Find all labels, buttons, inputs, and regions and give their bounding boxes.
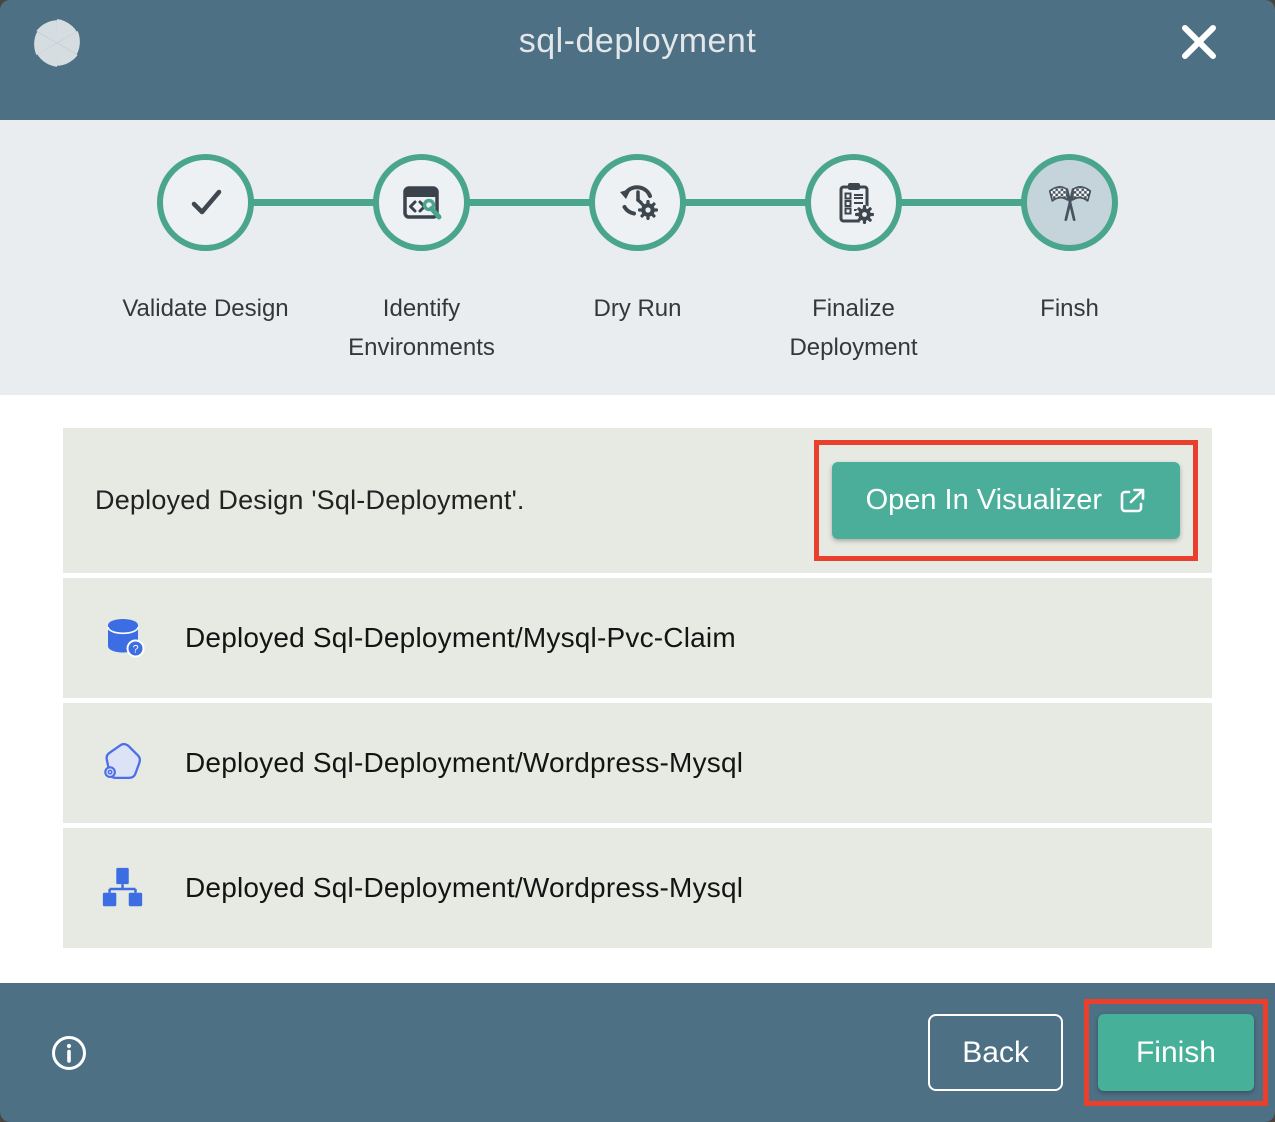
modal-footer: Back Finish [0,983,1275,1122]
step-dry-run-bubble[interactable] [589,154,686,251]
service-pentagon-icon [99,739,147,787]
step-label: Identify Environments [337,290,507,368]
step-label: Dry Run [553,290,723,329]
deployment-wizard-modal: sql-deployment Validate Design [0,0,1275,1122]
finish-button[interactable]: Finish [1098,1014,1254,1091]
dry-run-history-gear-icon [614,179,662,227]
open-in-visualizer-label: Open In Visualizer [866,484,1102,517]
step-label: Finalize Deployment [769,290,939,368]
step-finalize-deployment: Finalize Deployment [746,154,962,368]
result-row-topology: Deployed Sql-Deployment/Wordpress-Mysql [63,828,1212,948]
info-icon[interactable] [50,1034,88,1072]
open-in-visualizer-button[interactable]: Open In Visualizer [832,462,1180,539]
database-icon: ? [99,614,147,662]
code-tools-icon [398,179,446,227]
check-icon [182,179,230,227]
modal-header: sql-deployment [0,0,1275,120]
finish-highlight-box: Finish [1084,999,1268,1106]
clipboard-gear-icon [830,179,878,227]
result-row-wordpress: Deployed Sql-Deployment/Wordpress-Mysql [63,703,1212,823]
result-row-pvc: ? Deployed Sql-Deployment/Mysql-Pvc-Clai… [63,578,1212,698]
step-dry-run: Dry Run [530,154,746,368]
design-result-message: Deployed Design 'Sql-Deployment'. [95,485,525,516]
close-icon[interactable] [1175,18,1223,66]
step-finish-bubble[interactable] [1021,154,1118,251]
step-identify-environments: Identify Environments [314,154,530,368]
external-link-icon [1118,487,1146,515]
step-validate-design-bubble[interactable] [157,154,254,251]
step-finalize-deployment-bubble[interactable] [805,154,902,251]
result-row-text: Deployed Sql-Deployment/Wordpress-Mysql [185,872,743,904]
step-validate-design: Validate Design [98,154,314,368]
step-label: Validate Design [121,290,291,329]
result-row-text: Deployed Sql-Deployment/Mysql-Pvc-Claim [185,622,736,654]
svg-text:?: ? [132,644,138,656]
wizard-stepper: Validate Design Identify Environments [0,120,1275,395]
step-identify-environments-bubble[interactable] [373,154,470,251]
checkered-flags-icon [1045,178,1095,228]
step-finish: Finsh [962,154,1178,368]
step-label: Finsh [985,290,1155,329]
modal-title: sql-deployment [0,22,1275,61]
visualizer-highlight-box: Open In Visualizer [814,440,1198,561]
topology-tree-icon [99,864,147,912]
deployment-results: Deployed Design 'Sql-Deployment'. Open I… [0,395,1275,983]
result-row-text: Deployed Sql-Deployment/Wordpress-Mysql [185,747,743,779]
design-result-row: Deployed Design 'Sql-Deployment'. Open I… [63,428,1212,573]
back-button[interactable]: Back [928,1014,1063,1091]
